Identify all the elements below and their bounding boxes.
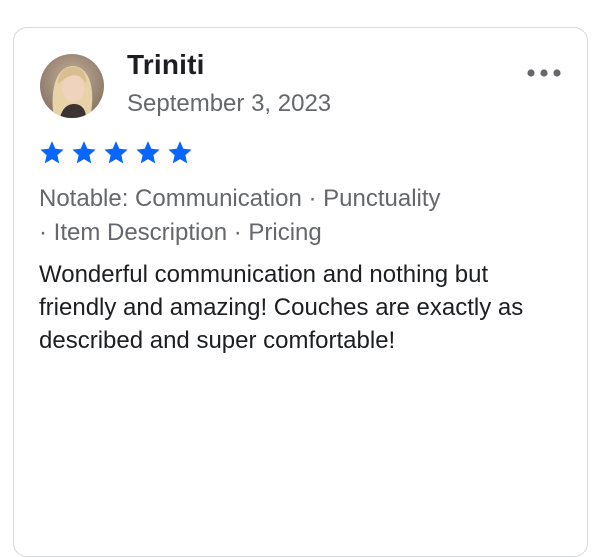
star-icon: [168, 141, 192, 164]
tags-line-2: · Item Description · Pricing: [39, 219, 322, 246]
notable-tags: Notable: Communication · Punctuality · I…: [39, 182, 559, 250]
star-rating: [38, 139, 194, 167]
star-icon: [40, 141, 64, 164]
review-card: Triniti September 3, 2023 Notable: Commu…: [13, 27, 588, 557]
tags-line-1: Notable: Communication · Punctuality: [39, 185, 441, 212]
review-date: September 3, 2023: [127, 90, 332, 117]
star-icon: [104, 141, 128, 164]
review-text: Wonderful communication and nothing but …: [39, 261, 524, 354]
star-icon: [136, 141, 160, 164]
avatar[interactable]: [40, 54, 104, 118]
reviewer-name[interactable]: Triniti: [127, 49, 205, 81]
more-horizontal-icon: [527, 69, 561, 77]
more-options-button[interactable]: [522, 58, 566, 88]
star-icon: [72, 141, 96, 164]
